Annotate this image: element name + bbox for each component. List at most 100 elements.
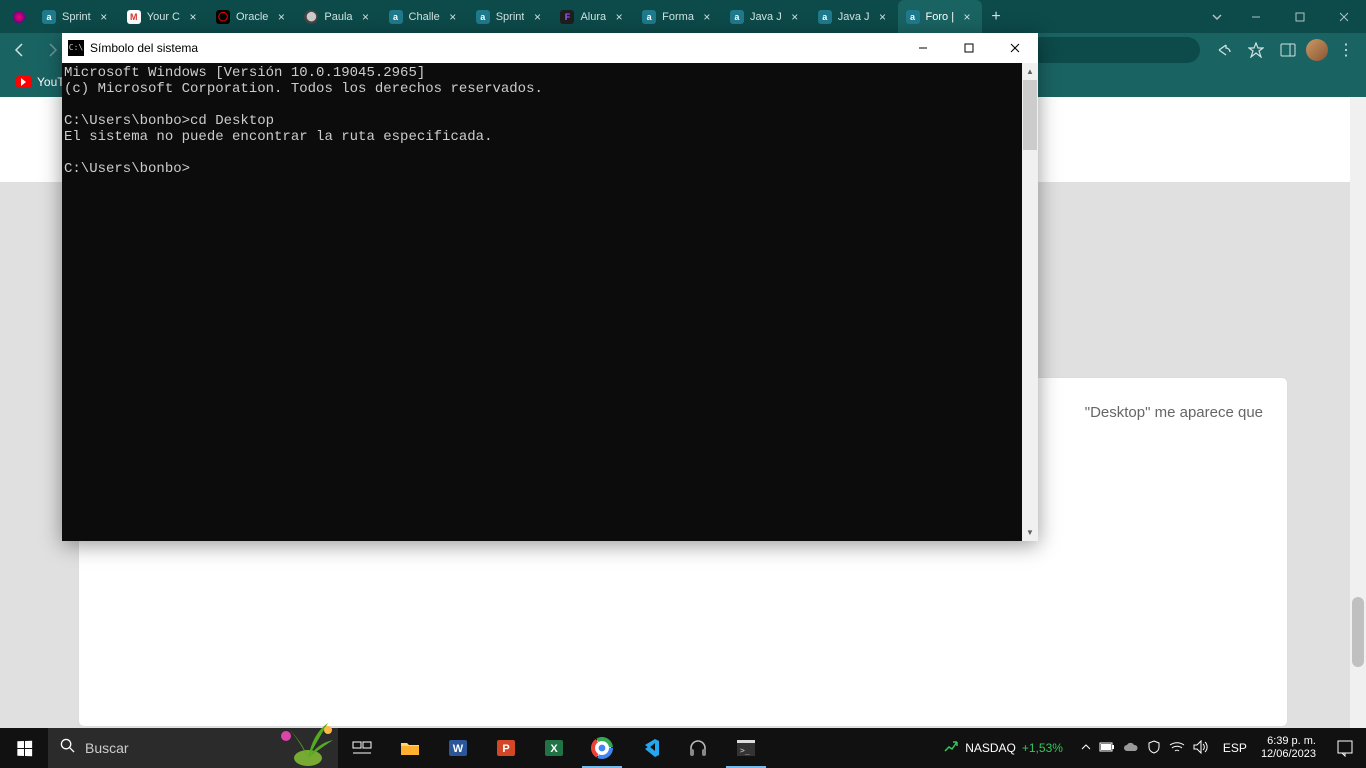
tab-label: Paula bbox=[324, 11, 352, 23]
browser-tab[interactable]: a Sprint × bbox=[468, 0, 553, 33]
tab-label: Sprint bbox=[496, 11, 525, 23]
favicon-icon: a bbox=[642, 10, 656, 24]
headphones-icon[interactable] bbox=[674, 728, 722, 768]
scrollbar-thumb[interactable] bbox=[1023, 80, 1037, 150]
svg-text:X: X bbox=[550, 743, 558, 755]
cmd-line: El sistema no puede encontrar la ruta es… bbox=[64, 129, 492, 145]
battery-icon[interactable] bbox=[1099, 741, 1115, 756]
tab-strip: a Sprint × M Your C × ◯ Oracle × ⬤ Paula… bbox=[0, 0, 1366, 33]
file-explorer-icon[interactable] bbox=[386, 728, 434, 768]
browser-tab[interactable]: a Challe × bbox=[381, 0, 468, 33]
cmd-scrollbar[interactable]: ▲ ▼ bbox=[1022, 63, 1038, 541]
favicon-icon: F bbox=[560, 10, 574, 24]
tab-label: Java J bbox=[838, 11, 870, 23]
scroll-up-icon[interactable]: ▲ bbox=[1022, 63, 1038, 80]
back-button[interactable] bbox=[6, 36, 34, 64]
news-widget[interactable]: NASDAQ +1,53% bbox=[933, 739, 1073, 758]
svg-text:>_: >_ bbox=[740, 746, 750, 755]
start-button[interactable] bbox=[0, 728, 48, 768]
browser-tab[interactable]: F Alura × bbox=[552, 0, 634, 33]
close-icon[interactable]: × bbox=[788, 10, 802, 24]
scrollbar-thumb[interactable] bbox=[1352, 597, 1364, 667]
notifications-icon[interactable] bbox=[1324, 739, 1366, 757]
scroll-down-icon[interactable]: ▼ bbox=[1022, 524, 1038, 541]
kebab-menu-icon[interactable]: ⋮ bbox=[1332, 40, 1360, 60]
powerpoint-icon[interactable]: P bbox=[482, 728, 530, 768]
close-icon[interactable]: × bbox=[97, 10, 111, 24]
side-panel-icon[interactable] bbox=[1274, 36, 1302, 64]
bookmark-star-icon[interactable] bbox=[1242, 36, 1270, 64]
minimize-button[interactable] bbox=[1234, 0, 1278, 33]
close-icon[interactable]: × bbox=[612, 10, 626, 24]
cmd-window: C:\ Símbolo del sistema Microsoft Window… bbox=[62, 33, 1038, 541]
tab-overflow-icon[interactable] bbox=[1200, 0, 1234, 33]
close-button[interactable] bbox=[1322, 0, 1366, 33]
tab-label: Oracle bbox=[236, 11, 268, 23]
youtube-icon bbox=[16, 76, 32, 88]
browser-tab[interactable]: ◯ Oracle × bbox=[208, 0, 296, 33]
browser-tab[interactable]: a Sprint × bbox=[34, 0, 119, 33]
onedrive-icon[interactable] bbox=[1123, 741, 1139, 756]
excel-icon[interactable]: X bbox=[530, 728, 578, 768]
close-button[interactable] bbox=[992, 33, 1038, 63]
volume-icon[interactable] bbox=[1193, 740, 1209, 757]
cmd-icon: C:\ bbox=[68, 40, 84, 56]
cmd-titlebar[interactable]: C:\ Símbolo del sistema bbox=[62, 33, 1038, 63]
favicon-icon: a bbox=[906, 10, 920, 24]
page-scrollbar[interactable] bbox=[1350, 97, 1366, 728]
search-icon bbox=[60, 738, 75, 758]
chevron-up-icon[interactable] bbox=[1081, 741, 1091, 755]
close-icon[interactable]: × bbox=[700, 10, 714, 24]
vscode-icon[interactable] bbox=[626, 728, 674, 768]
browser-tab[interactable]: ⬤ Paula × bbox=[296, 0, 380, 33]
new-tab-button[interactable]: + bbox=[982, 0, 1010, 33]
maximize-button[interactable] bbox=[946, 33, 992, 63]
tab-label: Alura bbox=[580, 11, 606, 23]
taskbar-search[interactable]: Buscar bbox=[48, 728, 338, 768]
clock[interactable]: 6:39 p. m. 12/06/2023 bbox=[1253, 735, 1324, 761]
tab-label: Java J bbox=[750, 11, 782, 23]
profile-avatar[interactable] bbox=[1306, 39, 1328, 61]
maximize-button[interactable] bbox=[1278, 0, 1322, 33]
close-icon[interactable]: × bbox=[186, 10, 200, 24]
favicon-icon: ◯ bbox=[216, 10, 230, 24]
clock-date: 12/06/2023 bbox=[1261, 748, 1316, 761]
browser-tab-active[interactable]: a Foro | × bbox=[898, 0, 983, 33]
favicon-icon: a bbox=[476, 10, 490, 24]
close-icon[interactable]: × bbox=[446, 10, 460, 24]
taskbar-apps: W P X >_ bbox=[338, 728, 770, 768]
tab-label: Challe bbox=[409, 11, 440, 23]
search-placeholder: Buscar bbox=[85, 740, 129, 756]
browser-tab[interactable]: a Forma × bbox=[634, 0, 722, 33]
browser-tab[interactable] bbox=[4, 0, 34, 33]
tabs-container: a Sprint × M Your C × ◯ Oracle × ⬤ Paula… bbox=[0, 0, 1200, 33]
minimize-button[interactable] bbox=[900, 33, 946, 63]
browser-tab[interactable]: M Your C × bbox=[119, 0, 208, 33]
close-icon[interactable]: × bbox=[274, 10, 288, 24]
tab-label: Your C bbox=[147, 11, 180, 23]
favicon-icon: a bbox=[730, 10, 744, 24]
word-icon[interactable]: W bbox=[434, 728, 482, 768]
favicon-icon: a bbox=[389, 10, 403, 24]
close-icon[interactable]: × bbox=[876, 10, 890, 24]
svg-text:P: P bbox=[502, 743, 509, 755]
browser-tab[interactable]: a Java J × bbox=[810, 0, 898, 33]
favicon-icon bbox=[12, 10, 26, 24]
language-indicator[interactable]: ESP bbox=[1217, 741, 1253, 755]
terminal-icon[interactable]: >_ bbox=[722, 728, 770, 768]
cmd-line: C:\Users\bonbo> bbox=[64, 161, 190, 177]
cmd-window-controls bbox=[900, 33, 1038, 63]
security-icon[interactable] bbox=[1147, 740, 1161, 757]
task-view-icon[interactable] bbox=[338, 728, 386, 768]
chrome-icon[interactable] bbox=[578, 728, 626, 768]
cmd-terminal[interactable]: Microsoft Windows [Versión 10.0.19045.29… bbox=[62, 63, 1022, 541]
close-icon[interactable]: × bbox=[960, 10, 974, 24]
wifi-icon[interactable] bbox=[1169, 741, 1185, 756]
share-icon[interactable] bbox=[1210, 36, 1238, 64]
close-icon[interactable]: × bbox=[530, 10, 544, 24]
browser-tab[interactable]: a Java J × bbox=[722, 0, 810, 33]
tab-label: Sprint bbox=[62, 11, 91, 23]
close-icon[interactable]: × bbox=[359, 10, 373, 24]
svg-text:W: W bbox=[453, 743, 464, 755]
windows-logo-icon bbox=[17, 740, 32, 756]
